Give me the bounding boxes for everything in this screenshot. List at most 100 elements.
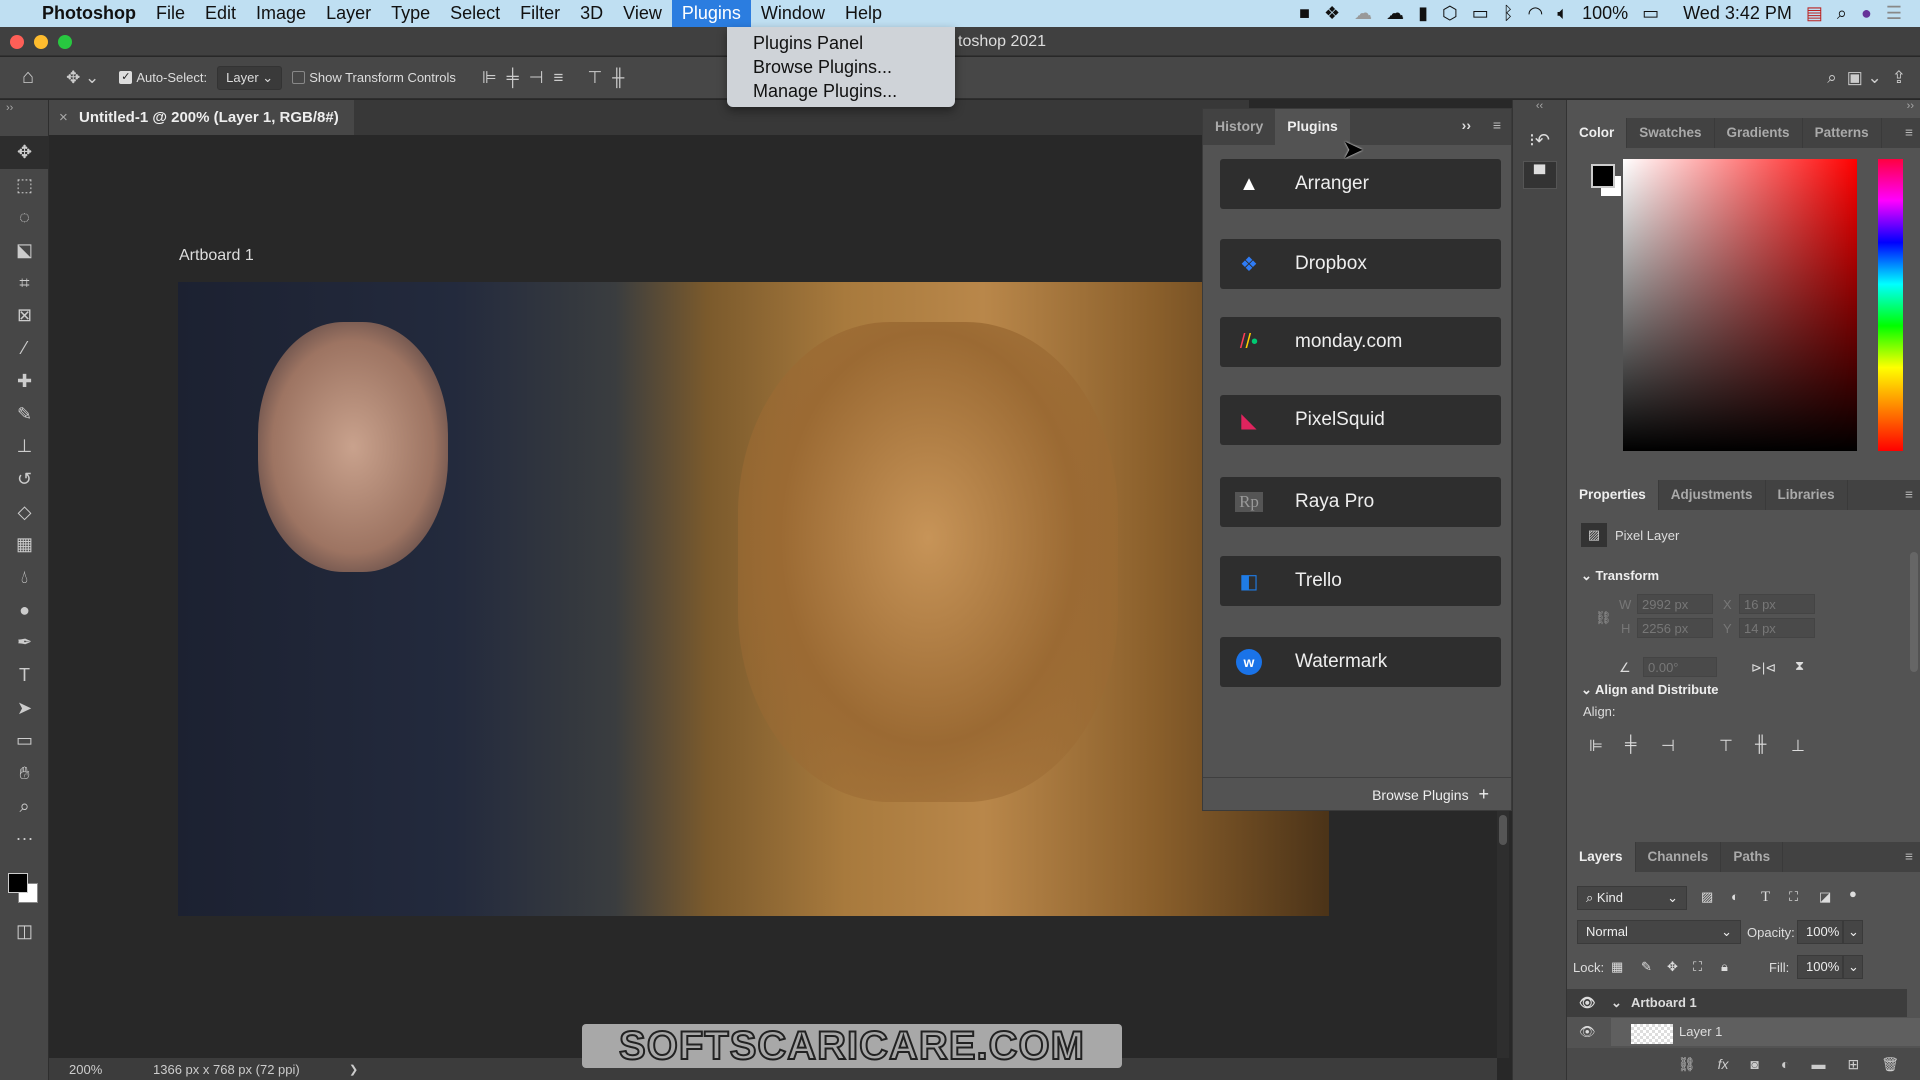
link-icon[interactable]: ⛓ bbox=[1595, 610, 1612, 626]
transform-section-header[interactable]: ⌄ Transform bbox=[1581, 568, 1659, 584]
spotlight-search-icon[interactable]: ⌕ bbox=[1837, 3, 1847, 24]
menu-plugins[interactable]: Plugins bbox=[671, 0, 751, 27]
auto-select-dropdown[interactable]: Layer ⌄ bbox=[217, 65, 283, 90]
opacity-field[interactable]: 100% bbox=[1797, 920, 1843, 944]
history-brush-tool-icon[interactable]: ↺ bbox=[0, 463, 49, 496]
lock-image-icon[interactable]: ✎ bbox=[1641, 959, 1652, 975]
x-field[interactable]: 16 px bbox=[1739, 594, 1815, 614]
height-field[interactable]: 2256 px bbox=[1637, 618, 1713, 638]
properties-scrollbar[interactable] bbox=[1910, 552, 1918, 672]
plugin-watermark-button[interactable]: w Watermark bbox=[1220, 637, 1501, 687]
blur-tool-icon[interactable]: 💧︎ bbox=[0, 561, 49, 594]
dodge-tool-icon[interactable]: ● bbox=[0, 594, 49, 627]
adjustment-layer-icon[interactable]: ◐ bbox=[1781, 1056, 1789, 1072]
zoom-app-icon[interactable]: ■ bbox=[1299, 3, 1310, 24]
eraser-tool-icon[interactable]: ◇ bbox=[0, 496, 49, 529]
expand-artboard-icon[interactable]: ⌄ bbox=[1611, 989, 1622, 1017]
healing-brush-tool-icon[interactable]: ✚ bbox=[0, 365, 49, 398]
path-selection-tool-icon[interactable]: ➤ bbox=[0, 692, 49, 725]
notification-center-icon[interactable]: ☰ bbox=[1886, 3, 1902, 24]
menu-app[interactable]: Photoshop bbox=[32, 0, 146, 27]
shield-icon[interactable]: ⬡ bbox=[1442, 3, 1458, 24]
document-tab[interactable]: × Untitled-1 @ 200% (Layer 1, RGB/8#) bbox=[49, 100, 354, 135]
filter-pixel-icon[interactable]: ▨ bbox=[1701, 889, 1713, 905]
filter-smart-object-icon[interactable]: ◪ bbox=[1819, 889, 1831, 905]
align-top-icon[interactable]: ⊤ bbox=[1719, 736, 1733, 756]
y-field[interactable]: 14 px bbox=[1739, 618, 1815, 638]
move-tool-icon[interactable]: ✥ bbox=[0, 136, 49, 169]
history-panel-icon[interactable]: ⁝↶ bbox=[1513, 130, 1566, 151]
tab-libraries[interactable]: Libraries bbox=[1766, 480, 1848, 510]
align-center-v-icon[interactable]: ╫ bbox=[1755, 736, 1766, 754]
plugin-raya-pro-button[interactable]: Rp Raya Pro bbox=[1220, 477, 1501, 527]
menu-item-plugins-panel[interactable]: Plugins Panel bbox=[753, 31, 955, 55]
lock-all-icon[interactable]: 🔒︎ bbox=[1721, 959, 1728, 975]
minimize-window-button[interactable] bbox=[34, 35, 48, 49]
filter-type-icon[interactable]: T bbox=[1761, 889, 1770, 906]
plugin-arranger-button[interactable]: ▲ Arranger bbox=[1220, 159, 1501, 209]
clock[interactable]: Wed 3:42 PM bbox=[1683, 3, 1792, 24]
fill-dropdown-icon[interactable]: ⌄ bbox=[1843, 955, 1863, 979]
move-tool-preset-icon[interactable]: ✥ ⌄ bbox=[66, 68, 99, 88]
menu-select[interactable]: Select bbox=[440, 0, 510, 27]
close-document-icon[interactable]: × bbox=[59, 100, 68, 135]
dropbox-tray-icon[interactable]: ❖ bbox=[1324, 3, 1340, 24]
menu-layer[interactable]: Layer bbox=[316, 0, 381, 27]
type-tool-icon[interactable]: T bbox=[0, 659, 49, 692]
lasso-tool-icon[interactable]: ◌ bbox=[0, 201, 49, 234]
hue-slider[interactable] bbox=[1878, 159, 1903, 451]
browse-plugins-button[interactable]: Browse Plugins + bbox=[1203, 777, 1511, 810]
bluetooth-icon[interactable]: ᛒ bbox=[1503, 3, 1514, 24]
clone-stamp-tool-icon[interactable]: ⊥ bbox=[0, 430, 49, 463]
flag-icon[interactable]: ▤ bbox=[1806, 3, 1823, 24]
panel-menu-icon[interactable]: ≡ bbox=[1493, 117, 1501, 133]
tab-history[interactable]: History bbox=[1203, 109, 1275, 145]
width-field[interactable]: 2992 px bbox=[1637, 594, 1713, 614]
filter-shape-icon[interactable]: ⛶ bbox=[1789, 889, 1798, 905]
workspace-icon[interactable]: ▣ ⌄ bbox=[1847, 68, 1882, 88]
siri-icon[interactable]: ● bbox=[1861, 3, 1872, 24]
brush-tool-icon[interactable]: ✎ bbox=[0, 398, 49, 431]
more-tools-icon[interactable]: ··· bbox=[0, 822, 49, 855]
airplay-icon[interactable]: ▭ bbox=[1472, 3, 1489, 24]
expand-dock-icon[interactable]: ›› bbox=[1907, 100, 1914, 112]
zoom-tool-icon[interactable]: ⌕ bbox=[0, 790, 49, 823]
color-panel-menu-icon[interactable]: ≡ bbox=[1905, 118, 1920, 148]
wifi-icon[interactable]: ◠ bbox=[1528, 3, 1544, 24]
plugin-trello-button[interactable]: ◧ Trello bbox=[1220, 556, 1501, 606]
cloud-icon[interactable]: ☁ bbox=[1386, 3, 1404, 24]
menu-edit[interactable]: Edit bbox=[195, 0, 246, 27]
foreground-color-swatch[interactable] bbox=[8, 873, 28, 894]
visibility-eye-icon[interactable]: 👁︎ bbox=[1579, 1018, 1596, 1046]
hand-tool-icon[interactable]: ✋︎ bbox=[0, 757, 49, 790]
lock-artboard-icon[interactable]: ⛶ bbox=[1693, 959, 1702, 975]
menu-image[interactable]: Image bbox=[246, 0, 316, 27]
rectangle-tool-icon[interactable]: ▭ bbox=[0, 724, 49, 757]
align-left-icon[interactable]: ⊫ bbox=[1589, 736, 1603, 756]
home-icon[interactable]: ⌂ bbox=[22, 66, 34, 89]
add-mask-icon[interactable]: ◙ bbox=[1751, 1056, 1759, 1072]
lock-position-icon[interactable]: ✥ bbox=[1667, 959, 1678, 975]
tab-properties[interactable]: Properties bbox=[1567, 480, 1659, 510]
collapse-toolbar-icon[interactable]: ›› bbox=[0, 100, 48, 136]
layers-menu-icon[interactable]: ≡ bbox=[1905, 842, 1920, 872]
expand-panel-icon[interactable]: ›› bbox=[1462, 117, 1471, 133]
flip-vertical-icon[interactable]: ⧗ bbox=[1795, 658, 1804, 674]
align-section-header[interactable]: ⌄ Align and Distribute bbox=[1581, 682, 1719, 698]
align-left-edges-icon[interactable]: ⊫ bbox=[482, 68, 497, 88]
align-right-edges-icon[interactable]: ⊣ bbox=[529, 68, 544, 88]
menu-type[interactable]: Type bbox=[381, 0, 440, 27]
link-layers-icon[interactable]: ⛓ bbox=[1678, 1056, 1696, 1073]
auto-select-checkbox[interactable]: ✓ bbox=[119, 71, 133, 84]
align-top-edges-icon[interactable]: ⊤ bbox=[587, 68, 602, 88]
new-layer-icon[interactable]: ⊞ bbox=[1847, 1056, 1859, 1073]
color-fg-swatch[interactable] bbox=[1591, 164, 1615, 188]
align-vertical-centers-icon[interactable]: ╫ bbox=[612, 68, 624, 88]
show-transform-checkbox[interactable] bbox=[292, 71, 306, 84]
tab-channels[interactable]: Channels bbox=[1636, 842, 1722, 872]
menu-3d[interactable]: 3D bbox=[570, 0, 613, 27]
color-saturation-field[interactable] bbox=[1623, 159, 1857, 451]
menu-view[interactable]: View bbox=[613, 0, 672, 27]
volume-icon[interactable]: 🔈︎ bbox=[1557, 3, 1568, 24]
tab-color[interactable]: Color bbox=[1567, 118, 1628, 148]
